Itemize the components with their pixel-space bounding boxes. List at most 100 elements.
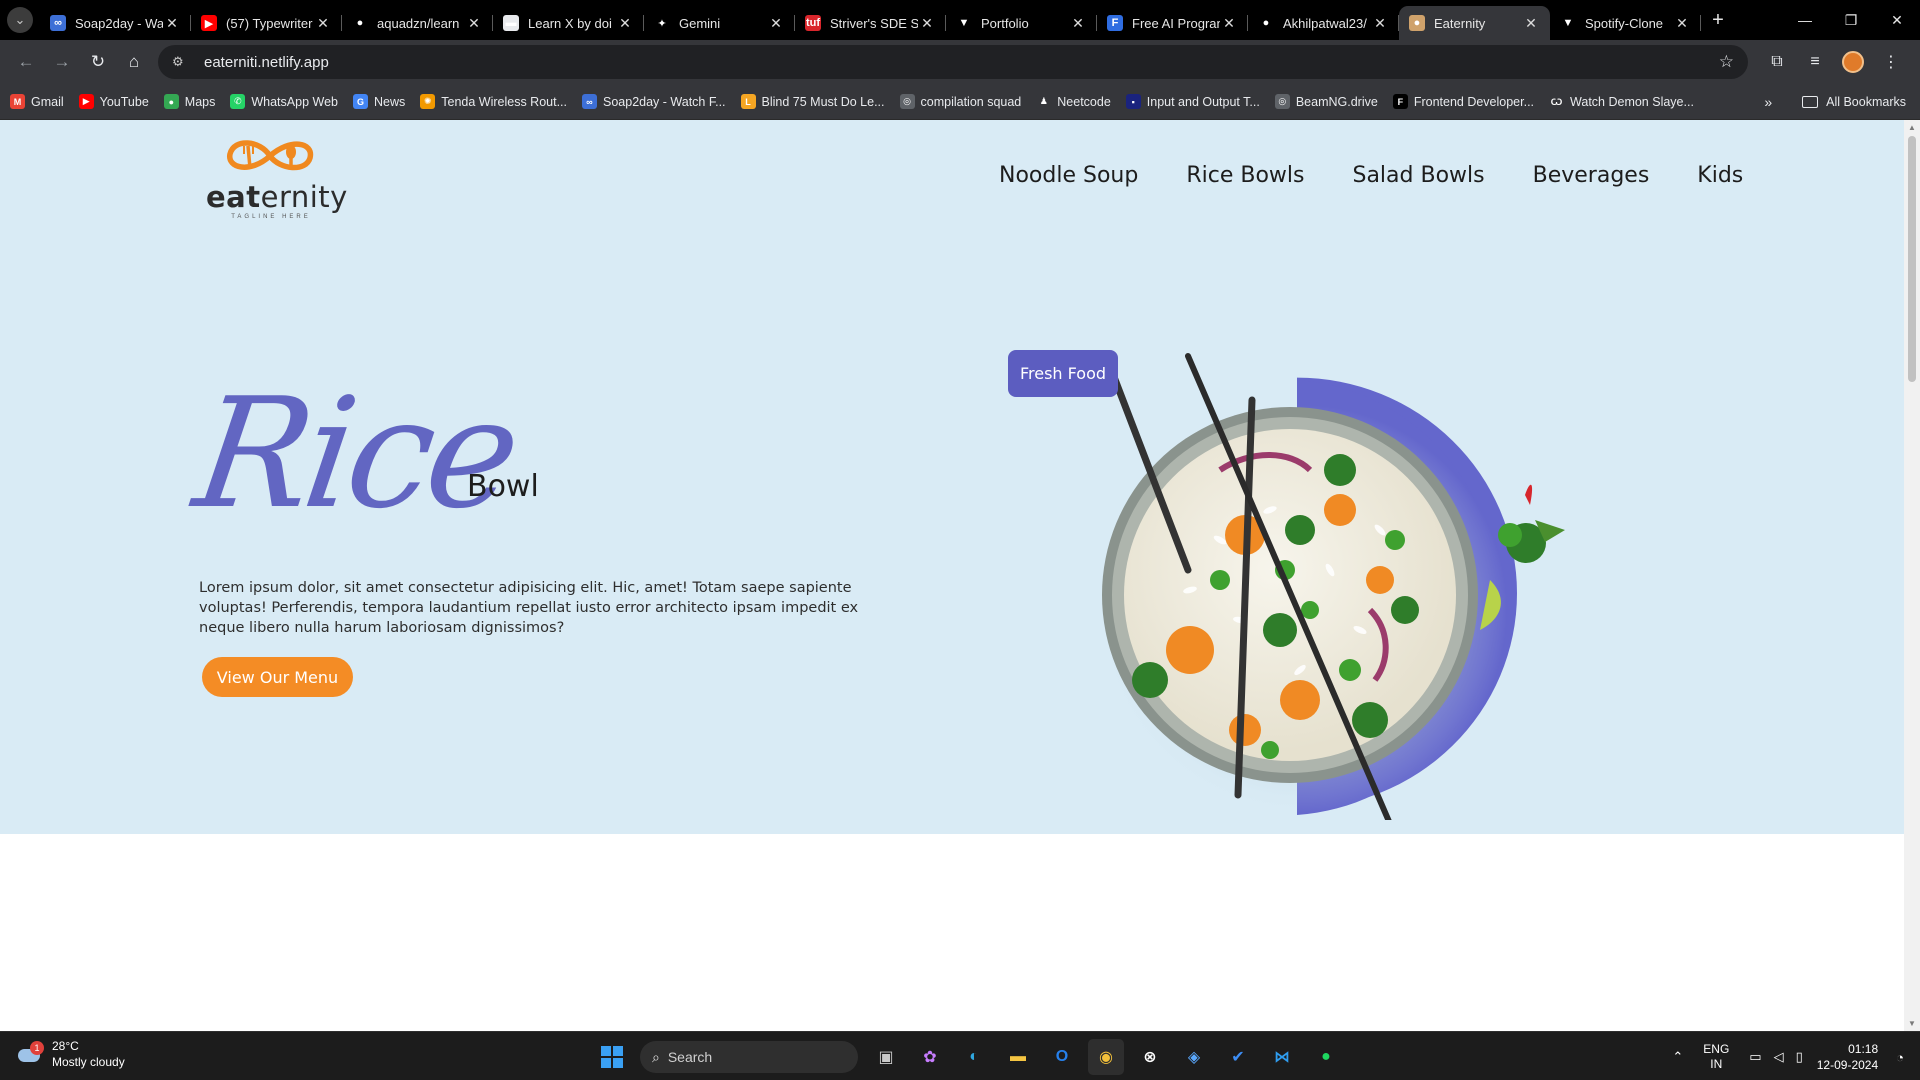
bookmark-item[interactable]: ◎ BeamNG.drive bbox=[1274, 94, 1378, 109]
vscode-icon[interactable]: ⋈ bbox=[1264, 1039, 1300, 1075]
site-logo[interactable]: eaternity TAGLINE HERE bbox=[206, 134, 347, 226]
browser-tab[interactable]: tuf Striver's SDE Sh ✕ bbox=[795, 6, 946, 40]
home-button[interactable]: ⌂ bbox=[116, 44, 152, 80]
scroll-down-icon[interactable]: ▼ bbox=[1908, 1019, 1916, 1028]
browser-tab[interactable]: ∞ Soap2day - Wa ✕ bbox=[40, 6, 191, 40]
more-menu-icon[interactable]: ⋮ bbox=[1872, 44, 1910, 80]
tab-search-button[interactable]: ⌄ bbox=[0, 0, 40, 40]
media-controls-icon[interactable]: ≡ bbox=[1796, 44, 1834, 80]
logo-tagline: TAGLINE HERE bbox=[231, 214, 311, 220]
bookmark-item[interactable]: ● Maps bbox=[163, 94, 215, 109]
todo-icon[interactable]: ✔ bbox=[1220, 1039, 1256, 1075]
copilot-icon[interactable]: ✿ bbox=[912, 1039, 948, 1075]
outlook-icon[interactable]: O bbox=[1044, 1039, 1080, 1075]
back-button[interactable]: ← bbox=[8, 44, 44, 80]
xbox-icon[interactable]: ⊗ bbox=[1132, 1039, 1168, 1075]
bookmark-item[interactable]: G News bbox=[352, 94, 405, 109]
tab-close-icon[interactable]: ✕ bbox=[314, 15, 332, 32]
browser-tab[interactable]: ● aquadzn/learn ✕ bbox=[342, 6, 493, 40]
page-viewport: eaternity TAGLINE HERE Noodle Soup Rice B… bbox=[0, 120, 1904, 1031]
nav-link-kids[interactable]: Kids bbox=[1697, 163, 1743, 188]
address-bar[interactable]: ⚙ eaterniti.netlify.app ☆ bbox=[158, 45, 1748, 79]
bookmark-star-icon[interactable]: ☆ bbox=[1719, 52, 1734, 72]
fork-spoon-logo-icon bbox=[227, 140, 314, 171]
spotify-icon[interactable]: ● bbox=[1308, 1039, 1344, 1075]
tab-favicon-icon: ∞ bbox=[50, 15, 66, 31]
language-indicator[interactable]: ENG IN bbox=[1703, 1042, 1729, 1072]
bookmark-item[interactable]: Ѡ Watch Demon Slaye... bbox=[1549, 94, 1694, 109]
close-window-button[interactable]: ✕ bbox=[1874, 0, 1920, 40]
bookmark-label: Gmail bbox=[31, 94, 64, 109]
new-tab-button[interactable]: + bbox=[1701, 3, 1735, 37]
bookmark-item[interactable]: ▶ YouTube bbox=[78, 94, 149, 109]
browser-tab[interactable]: ● Eaternity ✕ bbox=[1399, 6, 1550, 40]
browser-tab[interactable]: ▬ Learn X by doi ✕ bbox=[493, 6, 644, 40]
nav-link-rice-bowls[interactable]: Rice Bowls bbox=[1186, 163, 1304, 188]
browser-tab[interactable]: ● Akhilpatwal23/✕ bbox=[1248, 6, 1399, 40]
more-bookmarks-icon[interactable]: » bbox=[1764, 94, 1772, 110]
tab-list: ∞ Soap2day - Wa ✕ ▶ (57) Typewriter ✕ ● aquadzn… bbox=[40, 0, 1701, 40]
tab-close-icon[interactable]: ✕ bbox=[1673, 15, 1691, 32]
nav-link-noodle-soup[interactable]: Noodle Soup bbox=[999, 163, 1138, 188]
bookmark-item[interactable]: ♟ Neetcode bbox=[1036, 94, 1111, 109]
network-icon[interactable]: ▭ bbox=[1749, 1049, 1761, 1065]
profile-avatar[interactable] bbox=[1842, 51, 1864, 73]
tab-close-icon[interactable]: ✕ bbox=[1220, 15, 1238, 32]
bookmarks-bar: M Gmail ▶ YouTube ● Maps ✆ WhatsApp Web G News ✺ Te… bbox=[0, 84, 1920, 120]
bookmark-item[interactable]: ✆ WhatsApp Web bbox=[230, 94, 338, 109]
bookmark-favicon-icon: ▶ bbox=[78, 94, 94, 109]
browser-tab[interactable]: F Free AI Progran ✕ bbox=[1097, 6, 1248, 40]
browser-tab[interactable]: ✦ Gemini ✕ bbox=[644, 6, 795, 40]
tab-close-icon[interactable]: ✕ bbox=[767, 15, 785, 32]
reload-button[interactable]: ↻ bbox=[80, 44, 116, 80]
system-tray: ⌃ ENG IN ▭ ◁ ▯ 01:18 12-09-2024 ◔ bbox=[1666, 1036, 1910, 1078]
chevron-up-icon[interactable]: ⌃ bbox=[1672, 1049, 1683, 1065]
browser-tab[interactable]: ▼ Portfolio ✕ bbox=[946, 6, 1097, 40]
nav-link-salad-bowls[interactable]: Salad Bowls bbox=[1352, 163, 1484, 188]
restore-button[interactable]: ❐ bbox=[1828, 0, 1874, 40]
bookmark-item[interactable]: M Gmail bbox=[10, 94, 64, 109]
bookmark-item[interactable]: ◎ compilation squad bbox=[899, 94, 1021, 109]
extensions-icon[interactable]: ⧉ bbox=[1758, 44, 1796, 80]
tab-close-icon[interactable]: ✕ bbox=[163, 15, 181, 32]
tab-close-icon[interactable]: ✕ bbox=[1069, 15, 1087, 32]
windows-start-icon[interactable] bbox=[594, 1039, 630, 1075]
nav-link-beverages[interactable]: Beverages bbox=[1533, 163, 1650, 188]
tab-close-icon[interactable]: ✕ bbox=[616, 15, 634, 32]
forward-button[interactable]: → bbox=[44, 44, 80, 80]
browser-tab[interactable]: ▼ Spotify-Clone ✕ bbox=[1550, 6, 1701, 40]
hero-description: Lorem ipsum dolor, sit amet consectetur … bbox=[199, 580, 859, 636]
scrollbar-thumb[interactable] bbox=[1908, 136, 1916, 382]
task-view-icon[interactable]: ▣ bbox=[868, 1039, 904, 1075]
page-scrollbar[interactable]: ▲ ▼ bbox=[1904, 120, 1920, 1031]
browser-tab[interactable]: ▶ (57) Typewriter ✕ bbox=[191, 6, 342, 40]
address-url[interactable]: eaterniti.netlify.app bbox=[204, 54, 1719, 71]
taskbar-search[interactable]: ⌕ Search bbox=[640, 1041, 858, 1073]
bookmark-item[interactable]: ∞ Soap2day - Watch F... bbox=[582, 94, 726, 109]
tab-close-icon[interactable]: ✕ bbox=[918, 15, 936, 32]
browser-tab-strip: ⌄ ∞ Soap2day - Wa ✕ ▶ (57) Typewriter ✕ ● aquad… bbox=[0, 0, 1920, 40]
bookmark-label: WhatsApp Web bbox=[251, 94, 338, 109]
tab-close-icon[interactable]: ✕ bbox=[465, 15, 483, 32]
scroll-up-icon[interactable]: ▲ bbox=[1908, 123, 1916, 132]
tab-favicon-icon: F bbox=[1107, 15, 1123, 31]
bookmark-item[interactable]: ✺ Tenda Wireless Rout... bbox=[420, 94, 567, 109]
file-explorer-icon[interactable]: ▬ bbox=[1000, 1039, 1036, 1075]
bookmark-item[interactable]: L Blind 75 Must Do Le... bbox=[740, 94, 885, 109]
clock[interactable]: 01:18 12-09-2024 bbox=[1817, 1041, 1878, 1073]
tab-close-icon[interactable]: ✕ bbox=[1522, 15, 1540, 32]
chrome-icon[interactable]: ◉ bbox=[1088, 1039, 1124, 1075]
edge-browser-icon[interactable]: ◐ bbox=[956, 1039, 992, 1075]
minimize-button[interactable]: — bbox=[1782, 0, 1828, 40]
all-bookmarks-button[interactable]: All Bookmarks bbox=[1826, 95, 1906, 109]
app-store-icon[interactable]: ◈ bbox=[1176, 1039, 1212, 1075]
weather-widget[interactable]: 1 28°C Mostly cloudy bbox=[16, 1038, 125, 1070]
volume-icon[interactable]: ◁ bbox=[1774, 1049, 1784, 1065]
battery-icon[interactable]: ▯ bbox=[1796, 1049, 1803, 1065]
notification-bell-icon[interactable]: ◔ bbox=[1896, 1050, 1904, 1065]
site-info-icon[interactable]: ⚙ bbox=[172, 54, 198, 70]
view-menu-button[interactable]: View Our Menu bbox=[202, 657, 353, 697]
tab-close-icon[interactable]: ✕ bbox=[1371, 15, 1389, 32]
bookmark-item[interactable]: F Frontend Developer... bbox=[1392, 94, 1534, 109]
bookmark-item[interactable]: ▪ Input and Output T... bbox=[1125, 94, 1260, 109]
